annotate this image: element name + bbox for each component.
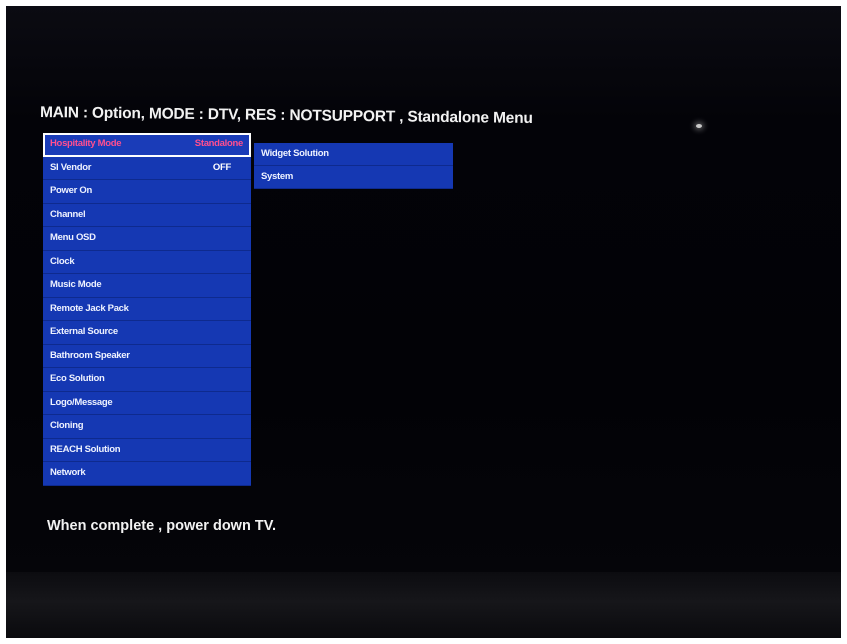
tv-screen: MAIN : Option, MODE : DTV, RES : NOTSUPP… (6, 6, 841, 638)
menu-item-label: Menu OSD (50, 232, 96, 243)
menu-item-hospitality-mode[interactable]: Hospitality Mode Standalone (43, 133, 251, 157)
main-menu: Hospitality Mode Standalone SI Vendor OF… (43, 133, 251, 486)
menu-item-label: REACH Solution (50, 443, 121, 455)
menu-item-label: Cloning (50, 420, 84, 431)
menu-item-label: Network (50, 467, 86, 478)
menu-item-remote-jack-pack[interactable]: Remote Jack Pack (43, 297, 251, 321)
menu-item-label: Bathroom Speaker (50, 349, 130, 361)
menu-item-label: Hospitality Mode (50, 138, 122, 149)
menu-item-label: Eco Solution (50, 373, 105, 384)
menu-item-channel[interactable]: Channel (43, 203, 251, 227)
menu-item-menu-osd[interactable]: Menu OSD (43, 227, 251, 251)
menu-item-value: OFF (212, 161, 231, 173)
menu-item-clock[interactable]: Clock (43, 250, 251, 274)
menu-item-power-on[interactable]: Power On (43, 180, 251, 204)
menu-item-label: Channel (50, 208, 86, 220)
menu-item-network[interactable]: Network (43, 462, 251, 486)
tv-bezel-bottom (6, 572, 841, 638)
menu-item-reach-solution[interactable]: REACH Solution (43, 438, 251, 462)
menu-item-label: Power On (50, 185, 92, 196)
menu-item-label: Logo/Message (50, 396, 113, 408)
menu-item-label: Music Mode (50, 279, 102, 290)
menu-item-si-vendor[interactable]: SI Vendor OFF (43, 156, 251, 180)
menu-item-logo-message[interactable]: Logo/Message (43, 391, 251, 415)
menu-item-external-source[interactable]: External Source (43, 321, 251, 345)
menu-item-label: SI Vendor (50, 161, 92, 173)
menu-item-bathroom-speaker[interactable]: Bathroom Speaker (43, 344, 251, 368)
menu-item-music-mode[interactable]: Music Mode (43, 274, 251, 298)
menu-item-label: External Source (50, 326, 118, 337)
sub-menu-item-widget-solution[interactable]: Widget Solution (254, 143, 453, 166)
menu-item-label: Clock (50, 255, 75, 267)
sub-menu-item-system[interactable]: System (254, 166, 453, 189)
menu-item-label: Remote Jack Pack (50, 302, 129, 314)
light-reflection (696, 124, 702, 128)
menu-item-cloning[interactable]: Cloning (43, 415, 251, 439)
menu-item-value: Standalone (194, 138, 244, 149)
menu-item-eco-solution[interactable]: Eco Solution (43, 368, 251, 392)
instruction-message: When complete , power down TV. (47, 518, 277, 534)
sub-menu: Widget Solution System (254, 143, 453, 189)
